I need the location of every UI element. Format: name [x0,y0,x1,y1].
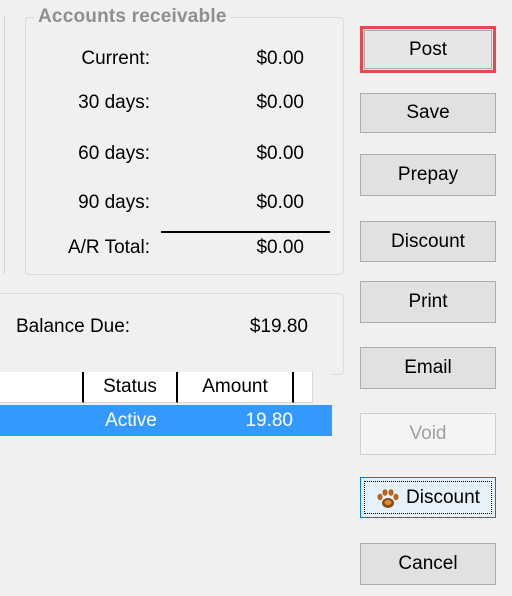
grid-header: Status Amount [0,372,332,404]
row-status: Active [105,410,157,431]
table-row[interactable]: Active 19.80 [0,405,332,436]
ar-row-90-days: 90 days: $0.00 [26,189,343,217]
ar-total-separator [161,231,330,233]
prepay-button[interactable]: Prepay [360,154,496,196]
accounts-receivable-group: Current: $0.00 30 days: $0.00 60 days: $… [25,17,344,275]
column-header-filler [294,372,313,403]
ar-label: 30 days: [78,92,150,113]
row-amount: 19.80 [245,410,293,431]
save-button[interactable]: Save [360,93,496,133]
print-button[interactable]: Print [360,281,496,323]
paw-discount-button[interactable]: Discount [360,477,496,518]
column-header-status[interactable]: Status [84,372,178,403]
balance-due-label: Balance Due: [16,316,131,337]
ar-value: $0.00 [256,92,304,113]
ar-row-30-days: 30 days: $0.00 [26,89,343,117]
ar-row-60-days: 60 days: $0.00 [26,140,343,168]
column-header-amount[interactable]: Amount [178,372,294,403]
ar-value: $0.00 [256,48,304,69]
discount-button[interactable]: Discount [360,221,496,262]
ar-label: 60 days: [78,143,150,164]
void-button[interactable]: Void [360,413,496,455]
cancel-button[interactable]: Cancel [360,543,496,585]
balance-due-value: $19.80 [249,316,308,337]
ar-group-title: Accounts receivable [34,5,231,29]
email-button[interactable]: Email [360,347,496,389]
ar-value: $0.00 [256,143,304,164]
ar-value: $0.00 [256,192,304,213]
post-button[interactable]: Post [360,26,496,73]
left-panel-edge [0,16,5,274]
ar-label: Current: [81,48,150,69]
ar-label: 90 days: [78,192,150,213]
column-header-blank[interactable] [0,372,84,403]
ar-row-current: Current: $0.00 [26,45,343,73]
paw-icon [377,488,399,508]
ar-label: A/R Total: [67,237,150,258]
ar-value: $0.00 [256,237,304,258]
ar-row-total: A/R Total: $0.00 [26,234,343,262]
post-button-label: Post [364,30,492,69]
